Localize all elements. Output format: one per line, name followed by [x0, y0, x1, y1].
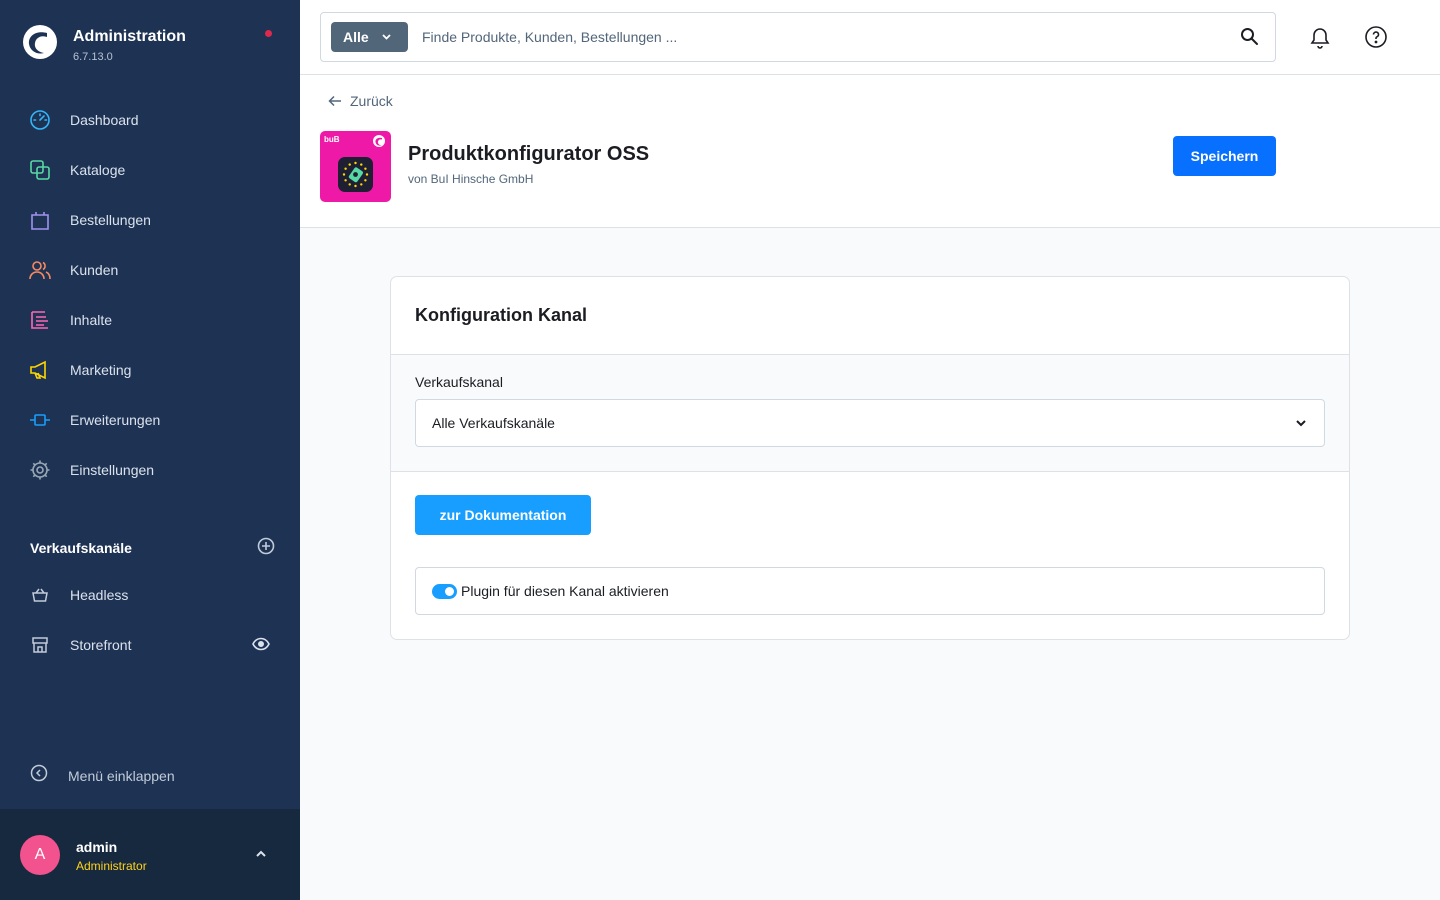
- plugin-active-label: Plugin für diesen Kanal aktivieren: [461, 583, 669, 599]
- search-input[interactable]: [422, 22, 1202, 52]
- user-name: admin: [76, 839, 118, 855]
- collapse-menu-label: Menü einklappen: [68, 767, 175, 784]
- nav-item-extensions[interactable]: Erweiterungen: [0, 395, 300, 445]
- switch-knob: [445, 587, 454, 596]
- user-role: Administrator: [76, 859, 147, 873]
- storefront-icon: [28, 633, 52, 657]
- sales-channels-title: Verkaufskanäle: [30, 540, 132, 556]
- bell-icon[interactable]: [1308, 25, 1332, 54]
- chevron-up-icon[interactable]: [254, 847, 268, 866]
- plugin-icon-label: buB: [324, 135, 340, 144]
- help-icon[interactable]: [1364, 25, 1388, 54]
- chevron-down-icon: [1294, 416, 1308, 435]
- brand-version: 6.7.13.0: [73, 51, 113, 63]
- sales-channels-list: Headless Storefront: [0, 570, 300, 670]
- nav-label: Dashboard: [70, 112, 139, 128]
- nav-item-settings[interactable]: Einstellungen: [0, 445, 300, 495]
- shopping-bag-icon: [28, 208, 52, 232]
- back-link[interactable]: Zurück: [328, 93, 393, 109]
- nav-label: Bestellungen: [70, 212, 151, 228]
- shopware-mini-logo-icon: [373, 135, 385, 147]
- main-nav: Dashboard Kataloge Bestellungen Kunden I…: [0, 95, 300, 495]
- nav-label: Inhalte: [70, 312, 113, 328]
- content-icon: [28, 308, 52, 332]
- catalog-icon: [28, 158, 52, 182]
- eu-badge-icon: [338, 157, 373, 192]
- sales-channel-section: Verkaufskanal Alle Verkaufskanäle: [391, 354, 1349, 472]
- users-icon: [28, 258, 52, 282]
- brand[interactable]: Administration 6.7.13.0: [22, 24, 186, 63]
- sales-channel-label: Storefront: [70, 637, 132, 653]
- avatar: A: [20, 835, 60, 875]
- nav-label: Erweiterungen: [70, 412, 161, 428]
- plugin-icon: buB: [320, 131, 391, 202]
- gauge-icon: [28, 108, 52, 132]
- shopware-logo-icon: [23, 25, 57, 59]
- sales-channel-field-label: Verkaufskanal: [415, 374, 503, 390]
- notification-dot: [265, 30, 272, 37]
- card-title: Konfiguration Kanal: [415, 305, 587, 325]
- back-label: Zurück: [350, 93, 393, 109]
- add-sales-channel-icon[interactable]: [257, 537, 275, 560]
- documentation-button[interactable]: zur Dokumentation: [415, 495, 591, 535]
- nav-item-content[interactable]: Inhalte: [0, 295, 300, 345]
- search-type-select[interactable]: Alle: [331, 22, 408, 52]
- nav-item-dashboard[interactable]: Dashboard: [0, 95, 300, 145]
- nav-item-catalogs[interactable]: Kataloge: [0, 145, 300, 195]
- sales-channel-select-value: Alle Verkaufskanäle: [432, 415, 555, 431]
- nav-label: Kunden: [70, 262, 119, 278]
- nav-label: Marketing: [70, 362, 132, 378]
- collapse-menu[interactable]: Menü einklappen: [30, 764, 175, 787]
- sales-channels-header: Verkaufskanäle: [30, 536, 275, 560]
- user-panel[interactable]: A admin Administrator: [0, 809, 300, 900]
- brand-title: Administration: [73, 28, 186, 45]
- eye-icon[interactable]: [252, 637, 270, 656]
- chevron-down-icon: [381, 29, 392, 45]
- plugin-name: Produktkonfigurator OSS: [408, 143, 650, 165]
- nav-item-orders[interactable]: Bestellungen: [0, 195, 300, 245]
- chevron-left-icon: [30, 764, 48, 787]
- search-type-label: Alle: [343, 29, 369, 45]
- config-card: Konfiguration Kanal Verkaufskanal Alle V…: [390, 276, 1350, 640]
- arrow-left-icon: [328, 95, 341, 107]
- plugin-header: Zurück buB Produktkonfigurator OSS von B…: [300, 75, 1440, 228]
- sales-channel-storefront[interactable]: Storefront: [0, 620, 300, 670]
- sales-channel-headless[interactable]: Headless: [0, 570, 300, 620]
- nav-item-customers[interactable]: Kunden: [0, 245, 300, 295]
- plug-icon: [28, 408, 52, 432]
- sales-channel-select[interactable]: Alle Verkaufskanäle: [415, 399, 1325, 447]
- topbar: Alle: [300, 0, 1440, 75]
- search-icon[interactable]: [1240, 27, 1259, 51]
- plugin-toggle-field: Plugin für diesen Kanal aktivieren: [415, 567, 1325, 615]
- sidebar: Administration 6.7.13.0 Dashboard Katalo…: [0, 0, 300, 900]
- basket-icon: [28, 583, 52, 607]
- sales-channel-label: Headless: [70, 587, 129, 603]
- global-search: Alle: [320, 12, 1276, 62]
- plugin-active-switch[interactable]: [432, 584, 457, 599]
- nav-label: Einstellungen: [70, 462, 155, 478]
- nav-item-marketing[interactable]: Marketing: [0, 345, 300, 395]
- save-button[interactable]: Speichern: [1173, 136, 1276, 176]
- nav-label: Kataloge: [70, 162, 126, 178]
- plugin-author: von BuI Hinsche GmbH: [408, 172, 534, 186]
- megaphone-icon: [28, 358, 52, 382]
- gear-icon: [28, 458, 52, 482]
